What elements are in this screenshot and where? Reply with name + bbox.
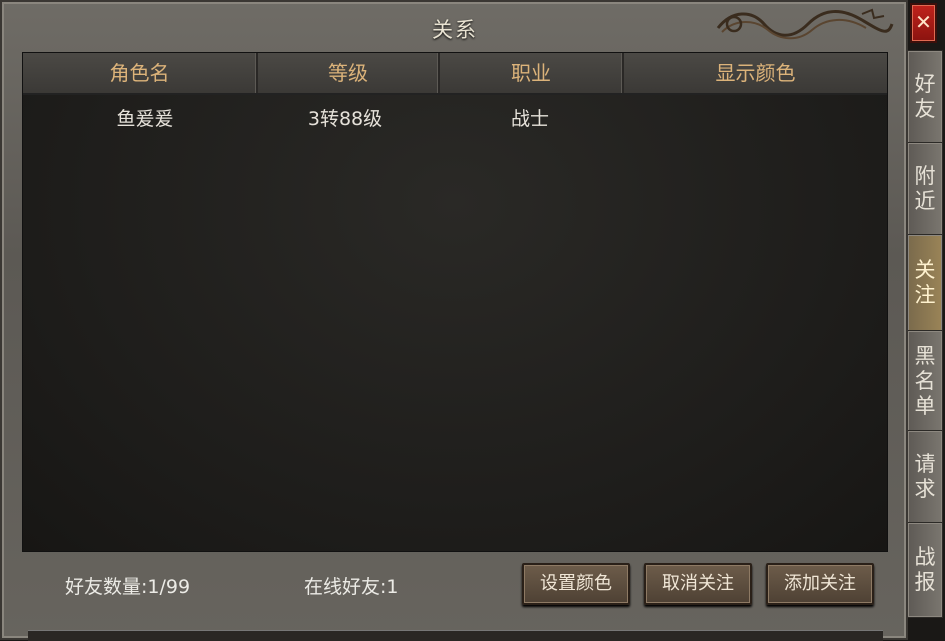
unfollow-button[interactable]: 取消关注 xyxy=(644,563,752,605)
tab-friends[interactable]: 好 友 xyxy=(908,50,943,144)
relations-table: 角色名 等级 职业 显示颜色 鱼爰爰 3转88级 战士 xyxy=(22,52,888,552)
cell-color xyxy=(624,99,887,139)
title-bar[interactable]: 关系 xyxy=(0,0,908,50)
dragon-ornament-icon xyxy=(716,8,894,40)
tab-following[interactable]: 关 注 xyxy=(908,234,943,332)
cell-class: 战士 xyxy=(510,108,549,130)
cell-name: 鱼爰爰 xyxy=(116,108,174,130)
table-header: 角色名 等级 职业 显示颜色 xyxy=(23,53,887,95)
tab-label-char: 战 xyxy=(914,545,936,569)
table-row[interactable]: 鱼爰爰 3转88级 战士 xyxy=(23,99,887,139)
set-color-button[interactable]: 设置颜色 xyxy=(522,563,630,605)
tab-label-char: 请 xyxy=(914,452,936,476)
column-header-display-color[interactable]: 显示颜色 xyxy=(624,53,887,93)
bottom-strip xyxy=(28,630,883,641)
tab-battle-report[interactable]: 战 报 xyxy=(908,522,943,618)
tab-blacklist[interactable]: 黑 名 单 xyxy=(908,330,943,432)
column-header-class[interactable]: 职业 xyxy=(440,53,624,93)
add-follow-button[interactable]: 添加关注 xyxy=(766,563,874,605)
tab-label-char: 关 xyxy=(914,258,936,282)
window-title: 关系 xyxy=(432,18,478,42)
relations-window: 关系 角色名 等级 职业 显示颜色 鱼爰爰 3转88级 战士 好友数量:1/99… xyxy=(0,0,908,640)
close-button[interactable]: ✕ xyxy=(910,3,937,43)
tab-label-char: 报 xyxy=(914,570,936,594)
tab-label-char: 名 xyxy=(914,368,936,393)
online-friends: 在线好友:1 xyxy=(304,576,399,598)
tab-label-char: 近 xyxy=(914,189,936,213)
friend-count: 好友数量:1/99 xyxy=(65,576,191,598)
cell-level: 3转88级 xyxy=(307,108,383,130)
tab-label-char: 友 xyxy=(914,97,936,121)
column-header-name[interactable]: 角色名 xyxy=(23,53,258,93)
column-header-level[interactable]: 等级 xyxy=(258,53,440,93)
tab-requests[interactable]: 请 求 xyxy=(908,430,943,524)
close-icon: ✕ xyxy=(915,10,932,34)
tab-label-char: 黑 xyxy=(914,343,936,368)
tab-label-char: 求 xyxy=(914,477,936,501)
tab-label-char: 好 xyxy=(914,72,936,96)
tab-label-char: 附 xyxy=(914,164,936,188)
tab-label-char: 单 xyxy=(914,393,936,418)
tab-nearby[interactable]: 附 近 xyxy=(908,142,943,236)
tab-label-char: 注 xyxy=(914,283,936,307)
